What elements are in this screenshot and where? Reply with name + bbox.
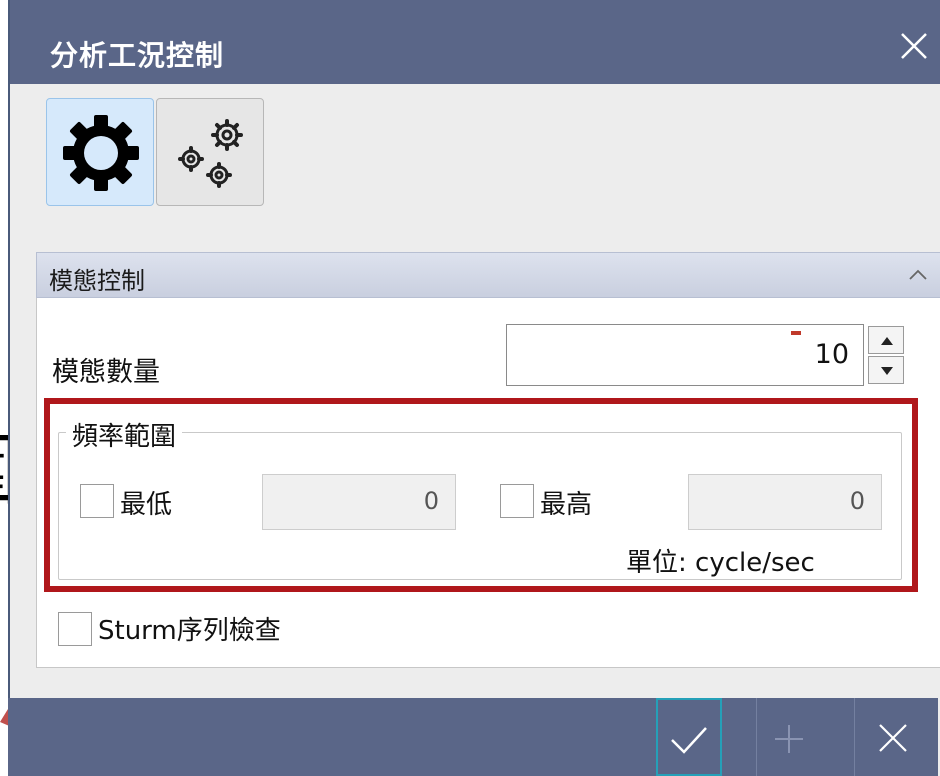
check-icon	[671, 727, 707, 754]
multi-gear-button[interactable]	[156, 98, 264, 206]
modal-control-section-header[interactable]: 模態控制	[36, 252, 940, 298]
mode-toolbar	[46, 98, 276, 208]
single-gear-button[interactable]	[46, 98, 154, 206]
add-button[interactable]	[756, 698, 822, 776]
stepper-up-button[interactable]	[868, 326, 904, 354]
chevron-up-icon[interactable]	[907, 267, 929, 283]
plus-icon	[775, 725, 803, 753]
multi-gear-icon	[178, 119, 243, 188]
triangle-down-icon	[881, 367, 893, 375]
sturm-check-checkbox[interactable]	[58, 612, 92, 646]
close-icon	[879, 724, 907, 752]
single-gear-icon	[63, 115, 139, 191]
dialog-title: 分析工況控制	[50, 39, 225, 72]
dialog-footer	[8, 698, 938, 776]
ok-button[interactable]	[656, 698, 722, 776]
stepper-down-button[interactable]	[868, 356, 904, 384]
title-bar: 分析工況控制	[10, 0, 940, 84]
footer-separator	[854, 698, 855, 776]
input-cursor-mark	[791, 331, 801, 335]
close-icon[interactable]	[898, 30, 930, 62]
mode-count-stepper	[868, 326, 904, 384]
triangle-up-icon	[881, 337, 893, 345]
section-title: 模態控制	[49, 267, 145, 295]
mode-count-input[interactable]: 10	[506, 324, 864, 386]
cancel-button[interactable]	[860, 698, 926, 776]
mode-count-value: 10	[814, 339, 849, 370]
mode-count-label: 模態數量	[52, 357, 160, 388]
sturm-check-label: Sturm序列檢查	[98, 616, 281, 646]
highlight-frame	[44, 398, 918, 592]
